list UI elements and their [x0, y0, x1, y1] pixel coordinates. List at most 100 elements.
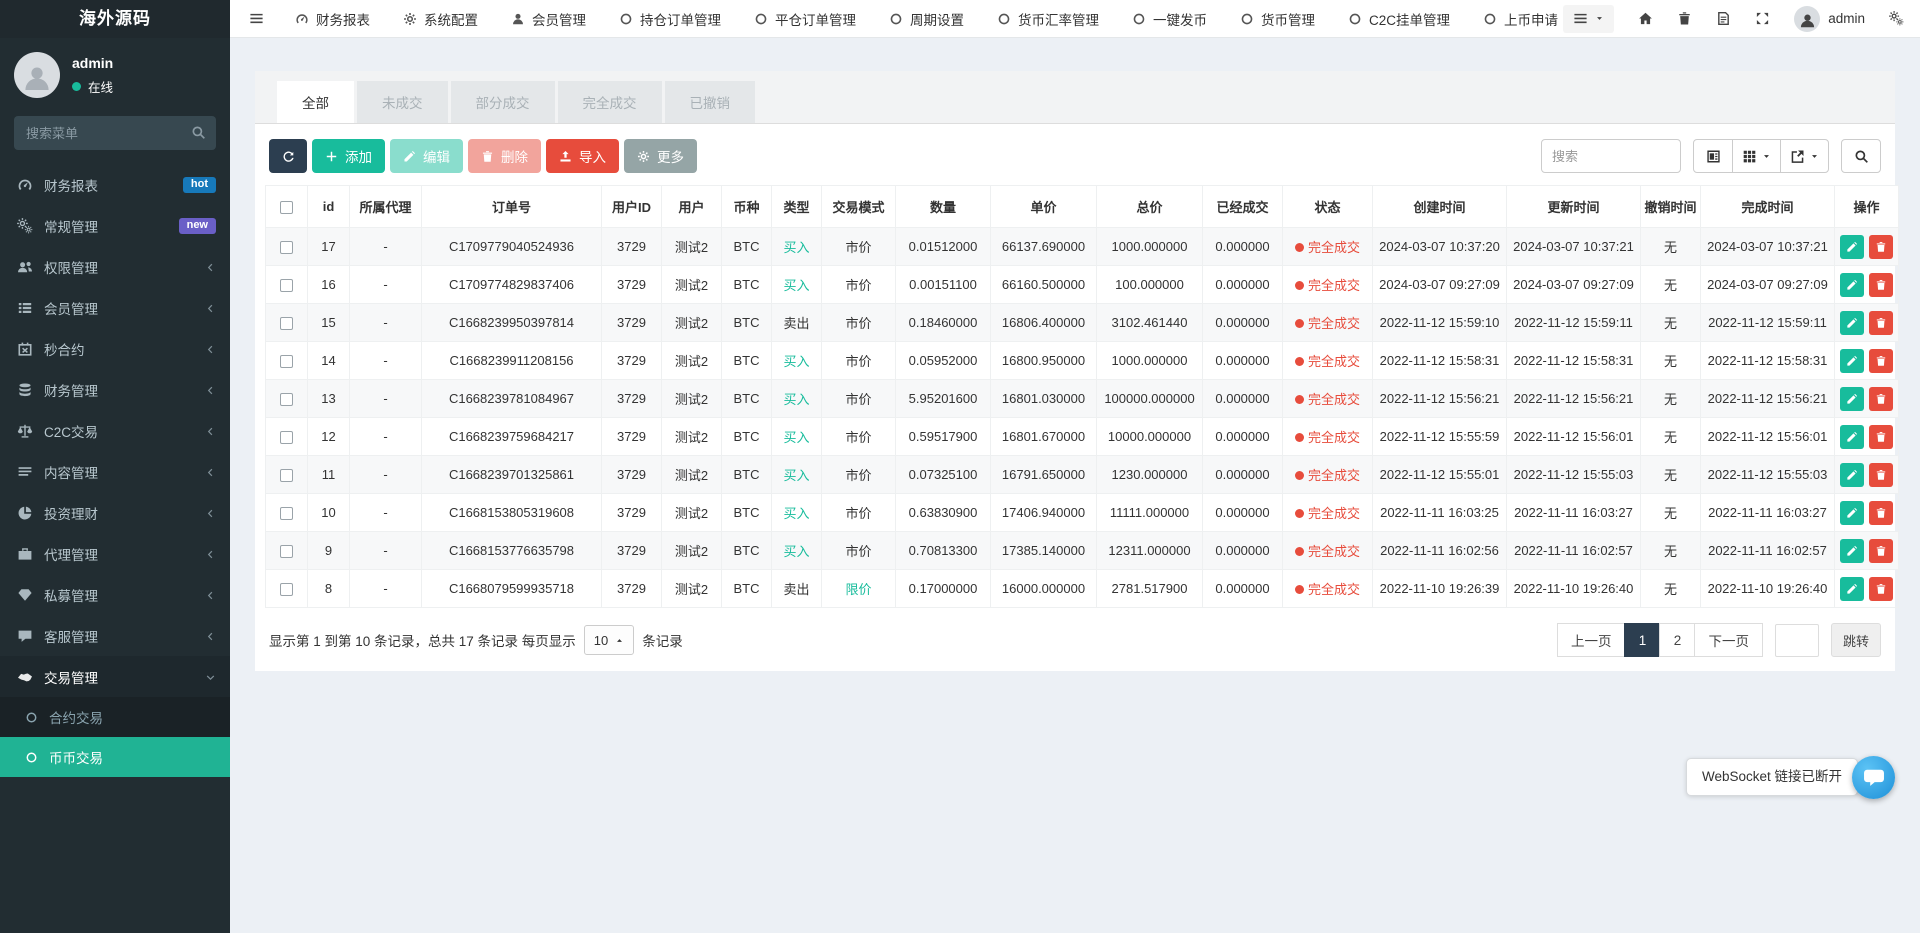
- column-header[interactable]: 用户: [662, 186, 722, 228]
- sidebar-item-5[interactable]: 财务管理: [0, 369, 230, 410]
- row-delete-button[interactable]: [1869, 539, 1893, 563]
- row-delete-button[interactable]: [1869, 349, 1893, 373]
- row-checkbox[interactable]: [280, 317, 293, 330]
- sidebar-subitem[interactable]: 币币交易: [0, 737, 230, 777]
- row-edit-button[interactable]: [1840, 273, 1864, 297]
- export-button[interactable]: [1780, 139, 1829, 173]
- refresh-button[interactable]: [269, 139, 307, 173]
- nav-item-8[interactable]: 货币管理: [1240, 9, 1315, 29]
- edit-button[interactable]: 编辑: [390, 139, 463, 173]
- row-edit-button[interactable]: [1840, 387, 1864, 411]
- column-header[interactable]: 用户ID: [602, 186, 662, 228]
- jump-page-input[interactable]: [1775, 624, 1819, 657]
- add-button[interactable]: 添加: [312, 139, 385, 173]
- sidebar-item-0[interactable]: 财务报表hot: [0, 164, 230, 205]
- more-button[interactable]: 更多: [624, 139, 697, 173]
- sidebar-item-10[interactable]: 私募管理: [0, 574, 230, 615]
- column-header[interactable]: 撤销时间: [1641, 186, 1701, 228]
- row-checkbox[interactable]: [280, 469, 293, 482]
- page-size-select[interactable]: 10: [584, 625, 634, 655]
- column-header[interactable]: 单价: [991, 186, 1097, 228]
- column-header[interactable]: 交易模式: [822, 186, 896, 228]
- detail-view-button[interactable]: [1693, 139, 1733, 173]
- nav-item-5[interactable]: 周期设置: [889, 9, 964, 29]
- column-header[interactable]: 类型: [772, 186, 822, 228]
- home-icon[interactable]: [1638, 11, 1653, 26]
- tab-已撤销[interactable]: 已撤销: [665, 81, 756, 123]
- column-header[interactable]: 数量: [896, 186, 991, 228]
- sidebar-item-11[interactable]: 客服管理: [0, 615, 230, 656]
- column-header[interactable]: 币种: [722, 186, 772, 228]
- sidebar-item-4[interactable]: 秒合约: [0, 328, 230, 369]
- row-edit-button[interactable]: [1840, 577, 1864, 601]
- column-header[interactable]: 状态: [1283, 186, 1373, 228]
- row-edit-button[interactable]: [1840, 235, 1864, 259]
- column-header[interactable]: 订单号: [422, 186, 602, 228]
- row-delete-button[interactable]: [1869, 501, 1893, 525]
- fullscreen-icon[interactable]: [1755, 11, 1770, 26]
- row-delete-button[interactable]: [1869, 235, 1893, 259]
- nav-item-2[interactable]: 会员管理: [511, 9, 586, 29]
- row-delete-button[interactable]: [1869, 463, 1893, 487]
- row-delete-button[interactable]: [1869, 273, 1893, 297]
- navbar-user[interactable]: admin: [1794, 6, 1865, 32]
- column-header[interactable]: 操作: [1835, 186, 1899, 228]
- nav-item-9[interactable]: C2C挂单管理: [1348, 9, 1450, 29]
- tab-全部[interactable]: 全部: [277, 81, 354, 123]
- row-checkbox[interactable]: [280, 393, 293, 406]
- row-delete-button[interactable]: [1869, 577, 1893, 601]
- row-checkbox[interactable]: [280, 507, 293, 520]
- search-button[interactable]: [1841, 139, 1881, 173]
- next-page-button[interactable]: 下一页: [1694, 623, 1763, 657]
- nav-item-4[interactable]: 平仓订单管理: [754, 9, 856, 29]
- sidebar-search-input[interactable]: [14, 116, 216, 150]
- nav-item-3[interactable]: 持仓订单管理: [619, 9, 721, 29]
- sidebar-item-1[interactable]: 常规管理new: [0, 205, 230, 246]
- chat-widget-button[interactable]: [1852, 756, 1895, 799]
- nav-item-6[interactable]: 货币汇率管理: [997, 9, 1099, 29]
- column-header[interactable]: 完成时间: [1701, 186, 1835, 228]
- row-edit-button[interactable]: [1840, 311, 1864, 335]
- translate-icon[interactable]: [1716, 11, 1731, 26]
- row-edit-button[interactable]: [1840, 349, 1864, 373]
- column-header[interactable]: 已经成交: [1203, 186, 1283, 228]
- sidebar-item-7[interactable]: 内容管理: [0, 451, 230, 492]
- row-delete-button[interactable]: [1869, 387, 1893, 411]
- nav-item-0[interactable]: 财务报表: [295, 9, 370, 29]
- sidebar-item-3[interactable]: 会员管理: [0, 287, 230, 328]
- column-header[interactable]: 创建时间: [1373, 186, 1507, 228]
- trash-icon[interactable]: [1677, 11, 1692, 26]
- nav-item-10[interactable]: 上币申请: [1483, 9, 1558, 29]
- sidebar-subitem[interactable]: 合约交易: [0, 697, 230, 737]
- sidebar-item-9[interactable]: 代理管理: [0, 533, 230, 574]
- table-search-input[interactable]: [1541, 139, 1681, 173]
- row-edit-button[interactable]: [1840, 539, 1864, 563]
- column-header[interactable]: 总价: [1097, 186, 1203, 228]
- tab-完全成交[interactable]: 完全成交: [558, 81, 662, 123]
- sidebar-item-8[interactable]: 投资理财: [0, 492, 230, 533]
- prev-page-button[interactable]: 上一页: [1557, 623, 1626, 657]
- select-all-checkbox[interactable]: [280, 201, 293, 214]
- column-header[interactable]: 所属代理: [350, 186, 422, 228]
- sidebar-item-12[interactable]: 交易管理: [0, 656, 230, 697]
- row-edit-button[interactable]: [1840, 463, 1864, 487]
- sidebar-item-6[interactable]: C2C交易: [0, 410, 230, 451]
- row-checkbox[interactable]: [280, 431, 293, 444]
- row-checkbox[interactable]: [280, 279, 293, 292]
- sidebar-toggle-button[interactable]: [230, 0, 283, 37]
- row-checkbox[interactable]: [280, 355, 293, 368]
- page-button-2[interactable]: 2: [1659, 623, 1695, 657]
- row-edit-button[interactable]: [1840, 425, 1864, 449]
- row-delete-button[interactable]: [1869, 311, 1893, 335]
- tab-未成交[interactable]: 未成交: [357, 81, 448, 123]
- layout-menu-button[interactable]: [1563, 5, 1614, 33]
- tab-部分成交[interactable]: 部分成交: [451, 81, 555, 123]
- column-header[interactable]: 更新时间: [1507, 186, 1641, 228]
- nav-item-7[interactable]: 一键发币: [1132, 9, 1207, 29]
- row-checkbox[interactable]: [280, 545, 293, 558]
- page-button-1[interactable]: 1: [1624, 623, 1660, 657]
- delete-button[interactable]: 删除: [468, 139, 541, 173]
- columns-button[interactable]: [1732, 139, 1781, 173]
- row-delete-button[interactable]: [1869, 425, 1893, 449]
- row-edit-button[interactable]: [1840, 501, 1864, 525]
